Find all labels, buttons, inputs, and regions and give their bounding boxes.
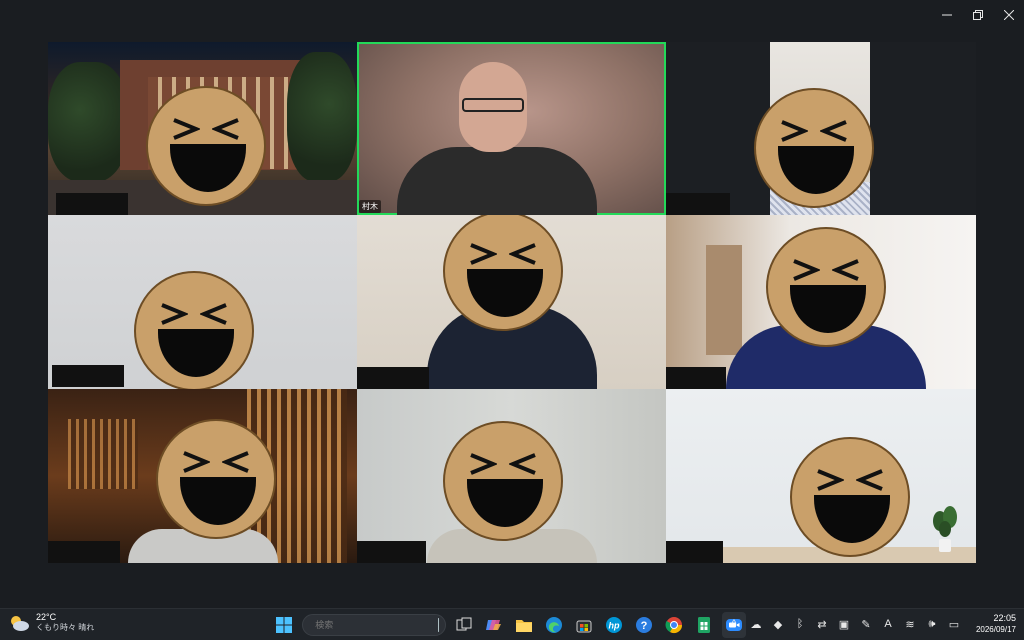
windows-start-icon bbox=[276, 617, 292, 633]
face-cover-icon bbox=[766, 227, 886, 347]
help-button[interactable]: ? bbox=[632, 612, 656, 638]
gallery-view: 村木 bbox=[48, 42, 976, 563]
redacted-name bbox=[357, 367, 429, 389]
face-cover-icon bbox=[443, 421, 563, 541]
face-cover-icon bbox=[156, 419, 276, 539]
file-explorer-button[interactable] bbox=[512, 612, 536, 638]
system-tray: ^ ☁ ◆ ᛒ ⇄ ▣ ✎ A ≋ 🕪 ▭ bbox=[726, 615, 962, 633]
wood-panel bbox=[68, 419, 138, 489]
face-cover-icon bbox=[443, 215, 563, 331]
redacted-name bbox=[52, 365, 124, 387]
restore-icon bbox=[972, 10, 983, 20]
dropbox-icon[interactable]: ◆ bbox=[770, 615, 786, 633]
chrome-icon bbox=[665, 617, 683, 634]
close-icon bbox=[1003, 10, 1014, 20]
face-cover-icon bbox=[790, 437, 910, 557]
participant-tile[interactable] bbox=[666, 215, 976, 389]
copilot-button[interactable] bbox=[482, 612, 506, 638]
redacted-name bbox=[357, 541, 426, 563]
clock-date: 2026/09/17 bbox=[975, 625, 1016, 634]
folder-icon bbox=[516, 620, 532, 632]
screen-icon[interactable]: ▣ bbox=[836, 615, 852, 633]
redacted-name bbox=[48, 541, 120, 563]
redacted-name bbox=[666, 193, 730, 215]
door bbox=[706, 245, 742, 355]
onedrive-icon[interactable]: ☁ bbox=[748, 615, 764, 633]
start-button[interactable] bbox=[272, 612, 296, 638]
share-icon[interactable]: ⇄ bbox=[814, 615, 830, 633]
search-box[interactable] bbox=[302, 614, 446, 636]
zoom-meeting-window: 村木 bbox=[0, 0, 1024, 608]
battery-icon[interactable]: ▭ bbox=[946, 615, 962, 633]
window-controls bbox=[931, 0, 1024, 30]
face-cover-icon bbox=[146, 86, 266, 206]
edge-icon bbox=[546, 617, 562, 633]
hp-icon: hp bbox=[606, 617, 622, 633]
glasses bbox=[462, 98, 524, 112]
minimize-button[interactable] bbox=[931, 0, 962, 30]
face-cover-icon bbox=[754, 88, 874, 208]
taskbar: 22°C くもり時々 晴れ 検索 hp ? ^ ☁ ◆ ᛒ ⇄ ▣ ✎ A ≋ … bbox=[0, 608, 1024, 640]
bluetooth-icon[interactable]: ᛒ bbox=[792, 615, 808, 633]
wifi-icon[interactable]: ≋ bbox=[902, 615, 918, 633]
tree bbox=[48, 62, 128, 182]
volume-icon[interactable]: 🕪 bbox=[924, 615, 940, 633]
redacted-name bbox=[56, 193, 128, 215]
participant-tile[interactable] bbox=[357, 215, 666, 389]
store-button[interactable] bbox=[572, 612, 596, 638]
hp-button[interactable]: hp bbox=[602, 612, 626, 638]
tree bbox=[287, 52, 357, 182]
sheets-button[interactable] bbox=[692, 612, 716, 638]
store-icon bbox=[576, 620, 592, 633]
participant-tile[interactable] bbox=[666, 389, 976, 563]
search-highlight-icon bbox=[438, 618, 439, 632]
participant-tile[interactable] bbox=[666, 42, 976, 215]
copilot-icon bbox=[486, 620, 501, 630]
weather-temperature: 22°C bbox=[36, 612, 57, 622]
participant-tile[interactable] bbox=[357, 389, 666, 563]
clock[interactable]: 22:05 2026/09/17 bbox=[976, 612, 1016, 636]
close-button[interactable] bbox=[993, 0, 1024, 30]
taskbar-center: hp ? bbox=[272, 612, 746, 638]
search-input[interactable] bbox=[315, 620, 433, 630]
font-a-icon[interactable]: A bbox=[880, 615, 896, 633]
participant-tile-active-speaker[interactable]: 村木 bbox=[357, 42, 666, 215]
participant-tile[interactable] bbox=[48, 215, 357, 389]
task-view-icon bbox=[456, 617, 472, 631]
minimize-icon bbox=[941, 14, 952, 16]
plant-icon bbox=[933, 506, 957, 552]
edge-button[interactable] bbox=[542, 612, 566, 638]
svg-text:?: ? bbox=[641, 620, 648, 632]
clock-time: 22:05 bbox=[993, 613, 1016, 623]
restore-button[interactable] bbox=[962, 0, 993, 30]
face-cover-icon bbox=[134, 271, 254, 389]
partly-cloudy-icon bbox=[11, 615, 29, 631]
redacted-name bbox=[666, 541, 723, 563]
help-icon: ? bbox=[636, 617, 652, 633]
task-view-button[interactable] bbox=[452, 612, 476, 638]
weather-condition: くもり時々 晴れ bbox=[36, 623, 95, 632]
weather-widget[interactable]: 22°C くもり時々 晴れ bbox=[8, 612, 94, 633]
redacted-name bbox=[666, 367, 726, 389]
participant-tile[interactable] bbox=[48, 42, 357, 215]
sheets-icon bbox=[698, 617, 710, 633]
svg-text:hp: hp bbox=[609, 621, 620, 631]
participant-name: 村木 bbox=[359, 200, 381, 213]
chrome-button[interactable] bbox=[662, 612, 686, 638]
person-body bbox=[397, 147, 597, 215]
chevron-up-icon[interactable]: ^ bbox=[726, 615, 742, 633]
participant-tile[interactable] bbox=[48, 389, 357, 563]
pen-icon[interactable]: ✎ bbox=[858, 615, 874, 633]
